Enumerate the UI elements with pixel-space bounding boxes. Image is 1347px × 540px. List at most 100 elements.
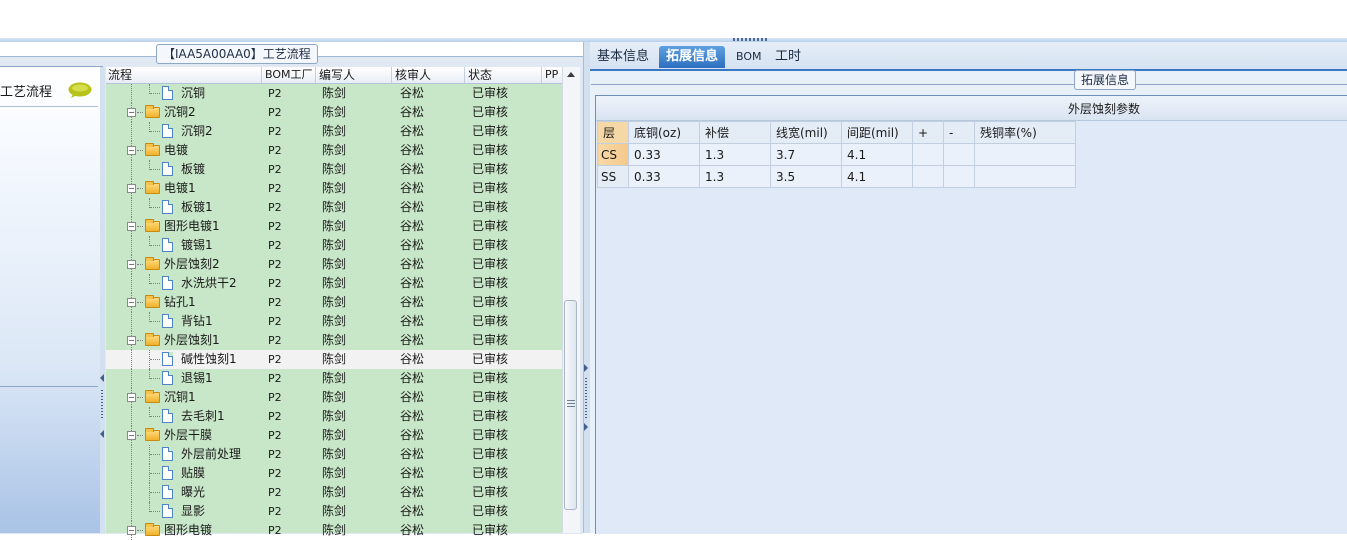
table-cell[interactable]: 0.33 xyxy=(628,165,700,188)
table-cell[interactable]: 1.3 xyxy=(699,165,771,188)
tab-work-hours[interactable]: 工时 xyxy=(768,46,808,68)
tree-row[interactable]: − 沉铜2 P2 陈剑 谷松 已审核 xyxy=(106,103,562,122)
splitter-grip-icon[interactable] xyxy=(101,390,103,420)
tree-row[interactable]: 板镀1 P2 陈剑 谷松 已审核 xyxy=(106,198,562,217)
tree-node[interactable]: 曝光 xyxy=(106,483,262,502)
collapse-left-icon[interactable] xyxy=(100,430,104,438)
column-header-status[interactable]: 状态 xyxy=(466,67,542,83)
column-header-bom-factory[interactable]: BOM工厂 xyxy=(263,67,316,83)
tree-row[interactable]: 沉铜2 P2 陈剑 谷松 已审核 xyxy=(106,122,562,141)
table-cell[interactable] xyxy=(943,143,975,166)
tree-row[interactable]: − 钻孔1 P2 陈剑 谷松 已审核 xyxy=(106,293,562,312)
tree-node[interactable]: − 图形电镀1 xyxy=(106,217,262,236)
table-row[interactable]: SS 0.33 1.3 3.5 4.1 xyxy=(597,165,1076,188)
vertical-splitter-right[interactable] xyxy=(583,42,590,533)
collapse-toggle-icon[interactable]: − xyxy=(127,260,136,269)
tab-bom[interactable]: BOM xyxy=(729,46,769,68)
tree-connector xyxy=(150,207,160,209)
tree-node[interactable]: 沉铜2 xyxy=(106,122,262,141)
tree-row[interactable]: − 电镀1 P2 陈剑 谷松 已审核 xyxy=(106,179,562,198)
table-cell[interactable] xyxy=(912,143,944,166)
collapse-toggle-icon[interactable]: − xyxy=(127,336,136,345)
tree-node[interactable]: − 外层蚀刻2 xyxy=(106,255,262,274)
tree-node[interactable]: − 外层干膜 xyxy=(106,426,262,445)
column-header-pp[interactable]: PP xyxy=(543,67,562,83)
tree-row[interactable]: 外层前处理 P2 陈剑 谷松 已审核 xyxy=(106,445,562,464)
collapse-toggle-icon[interactable]: − xyxy=(127,184,136,193)
tree-node[interactable]: 背钻1 xyxy=(106,312,262,331)
tree-node[interactable]: 水洗烘干2 xyxy=(106,274,262,293)
tree-row[interactable]: 板镀 P2 陈剑 谷松 已审核 xyxy=(106,160,562,179)
collapse-toggle-icon[interactable]: − xyxy=(127,393,136,402)
table-cell[interactable]: 1.3 xyxy=(699,143,771,166)
collapse-toggle-icon[interactable]: − xyxy=(127,108,136,117)
tree-row[interactable]: 沉铜 P2 陈剑 谷松 已审核 xyxy=(106,84,562,103)
table-cell[interactable]: 3.5 xyxy=(770,165,842,188)
tree-node[interactable]: − 电镀 xyxy=(106,141,262,160)
tree-row[interactable]: − 图形电镀 P2 陈剑 谷松 已审核 xyxy=(106,521,562,540)
tab-basic-info[interactable]: 基本信息 xyxy=(590,46,656,68)
tree-node[interactable]: − 钻孔1 xyxy=(106,293,262,312)
collapse-toggle-icon[interactable]: − xyxy=(127,526,136,535)
collapse-right-icon[interactable] xyxy=(584,364,588,372)
tree-node[interactable]: 板镀1 xyxy=(106,198,262,217)
splitter-grip-icon[interactable] xyxy=(585,378,587,418)
tree-node[interactable]: 镀锡1 xyxy=(106,236,262,255)
tree-node[interactable]: − 沉铜1 xyxy=(106,388,262,407)
tree-connector xyxy=(131,160,133,179)
collapse-toggle-icon[interactable]: − xyxy=(127,431,136,440)
table-cell[interactable] xyxy=(974,165,1076,188)
tree-node[interactable]: 外层前处理 xyxy=(106,445,262,464)
tree-node[interactable]: 显影 xyxy=(106,502,262,521)
tree-node[interactable]: − 沉铜2 xyxy=(106,103,262,122)
table-cell[interactable] xyxy=(943,165,975,188)
tab-extended-info[interactable]: 拓展信息 xyxy=(659,46,726,68)
table-row[interactable]: CS 0.33 1.3 3.7 4.1 xyxy=(597,143,1076,166)
tree-row[interactable]: 水洗烘干2 P2 陈剑 谷松 已审核 xyxy=(106,274,562,293)
tree-row[interactable]: 镀锡1 P2 陈剑 谷松 已审核 xyxy=(106,236,562,255)
tree-row[interactable]: − 外层蚀刻2 P2 陈剑 谷松 已审核 xyxy=(106,255,562,274)
splitter-grip-icon[interactable] xyxy=(733,38,767,41)
tree-node[interactable]: 去毛刺1 xyxy=(106,407,262,426)
table-cell[interactable]: 4.1 xyxy=(841,165,913,188)
tree-node[interactable]: 碱性蚀刻1 xyxy=(106,350,262,369)
tree-node[interactable]: 贴膜 xyxy=(106,464,262,483)
collapse-toggle-icon[interactable]: − xyxy=(127,298,136,307)
tree-row[interactable]: 显影 P2 陈剑 谷松 已审核 xyxy=(106,502,562,521)
table-cell[interactable]: 0.33 xyxy=(628,143,700,166)
tree-row[interactable]: − 外层干膜 P2 陈剑 谷松 已审核 xyxy=(106,426,562,445)
collapse-toggle-icon[interactable]: − xyxy=(127,222,136,231)
tree-node[interactable]: − 电镀1 xyxy=(106,179,262,198)
tree-node[interactable]: 退锡1 xyxy=(106,369,262,388)
tree-row[interactable]: − 电镀 P2 陈剑 谷松 已审核 xyxy=(106,141,562,160)
tree-row[interactable]: 背钻1 P2 陈剑 谷松 已审核 xyxy=(106,312,562,331)
tree-row[interactable]: 去毛刺1 P2 陈剑 谷松 已审核 xyxy=(106,407,562,426)
column-header-flow[interactable]: 流程 xyxy=(106,67,262,83)
tree-node[interactable]: − 图形电镀 xyxy=(106,521,262,540)
flow-navigator xyxy=(0,67,101,533)
collapse-left-icon[interactable] xyxy=(100,374,104,382)
collapse-right-icon[interactable] xyxy=(584,423,588,431)
table-cell[interactable]: 4.1 xyxy=(841,143,913,166)
collapse-toggle-icon[interactable]: − xyxy=(127,146,136,155)
table-cell[interactable]: 3.7 xyxy=(770,143,842,166)
scroll-up-arrow-icon[interactable] xyxy=(563,67,579,83)
tree-row[interactable]: 碱性蚀刻1 P2 陈剑 谷松 已审核 xyxy=(106,350,562,369)
tree-node[interactable]: 板镀 xyxy=(106,160,262,179)
tree-node[interactable]: 沉铜 xyxy=(106,84,262,103)
table-cell[interactable] xyxy=(912,165,944,188)
tree-row[interactable]: 曝光 P2 陈剑 谷松 已审核 xyxy=(106,483,562,502)
table-cell[interactable] xyxy=(974,143,1076,166)
column-header-writer[interactable]: 编写人 xyxy=(317,67,392,83)
vertical-splitter-left[interactable] xyxy=(100,67,105,533)
row-header-layer[interactable]: CS xyxy=(597,143,629,166)
column-header-checker[interactable]: 核审人 xyxy=(393,67,465,83)
tree-row[interactable]: − 图形电镀1 P2 陈剑 谷松 已审核 xyxy=(106,217,562,236)
row-header-layer[interactable]: SS xyxy=(597,165,629,188)
tree-node[interactable]: − 外层蚀刻1 xyxy=(106,331,262,350)
tree-row[interactable]: 退锡1 P2 陈剑 谷松 已审核 xyxy=(106,369,562,388)
tree-row[interactable]: − 沉铜1 P2 陈剑 谷松 已审核 xyxy=(106,388,562,407)
tree-row[interactable]: 贴膜 P2 陈剑 谷松 已审核 xyxy=(106,464,562,483)
bom-factory-cell: P2 xyxy=(268,353,282,366)
tree-row[interactable]: − 外层蚀刻1 P2 陈剑 谷松 已审核 xyxy=(106,331,562,350)
